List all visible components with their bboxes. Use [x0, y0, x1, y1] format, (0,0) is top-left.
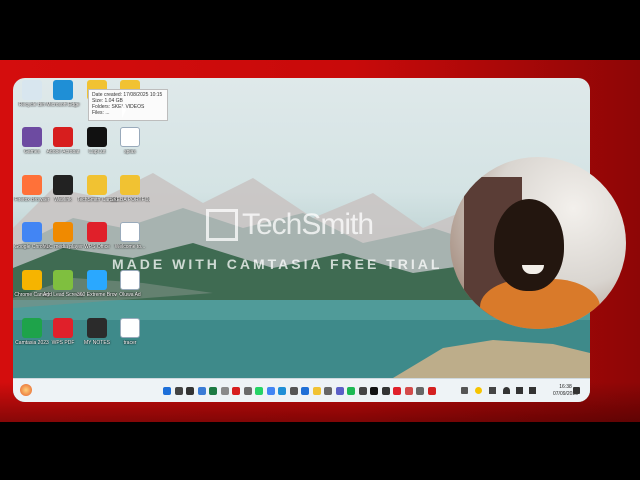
games-icon [22, 127, 42, 147]
desktop-icon[interactable]: Oluwa Ad [110, 270, 150, 316]
app-icon[interactable] [358, 387, 367, 395]
wps-pdf-icon [53, 318, 73, 338]
techsmith-logo-icon [206, 209, 238, 241]
tray-app-icon[interactable] [475, 387, 482, 394]
camtasia-icon [22, 318, 42, 338]
folder-icon [87, 175, 107, 195]
folder-icon[interactable] [312, 387, 321, 395]
webcam-person-head [494, 199, 564, 291]
desktop-icon-label: tracer [123, 340, 137, 346]
folder-icon [120, 175, 140, 195]
edge-icon[interactable] [278, 387, 286, 395]
settings-icon[interactable] [324, 387, 332, 395]
app-icon[interactable] [243, 387, 252, 395]
notification-icon[interactable] [573, 387, 580, 394]
teams-icon[interactable] [335, 387, 344, 395]
chrome-icon[interactable] [266, 387, 275, 395]
app-icon[interactable] [416, 387, 424, 395]
chevron-up-icon[interactable] [461, 387, 468, 394]
acrobat-icon[interactable] [232, 387, 240, 395]
edge-icon [53, 80, 73, 100]
mouse-cursor [122, 106, 126, 118]
whatsapp-icon[interactable] [255, 387, 263, 395]
video-frame: Recycle Bin Microsoft Edge Games Adobe Acro… [0, 0, 640, 480]
desktop-icon[interactable]: splas [110, 127, 150, 173]
start-icon[interactable] [163, 387, 171, 395]
watermark-brand: TechSmith [242, 208, 374, 241]
chrome-icon [22, 222, 42, 242]
desktop-icon-label: SKEBA PORTFOL 3 [110, 197, 150, 203]
wps-office-icon[interactable] [393, 387, 401, 395]
vlc-icon [53, 222, 73, 242]
wavlink-icon [53, 175, 73, 195]
app-icon[interactable] [220, 387, 229, 395]
folder-tooltip: Date created: 17/08/2025 10:15 Size: 1.0… [88, 89, 168, 121]
recording-orb-icon [20, 384, 32, 396]
battery-icon[interactable] [529, 387, 536, 394]
file-icon [120, 127, 140, 147]
app-icon [53, 270, 73, 290]
wifi-icon[interactable] [503, 387, 510, 394]
chrome-canary-icon [22, 270, 42, 290]
folder-icon [87, 318, 107, 338]
volume-icon[interactable] [516, 387, 523, 394]
camtasia-icon[interactable] [427, 387, 436, 395]
techsmith-watermark: TechSmith [206, 208, 374, 242]
file-icon [120, 222, 140, 242]
search-icon[interactable] [174, 387, 183, 395]
desktop-icon-label: splas [124, 149, 136, 155]
file-icon [120, 318, 140, 338]
desktop-icon-label: Oluwa Ad [119, 292, 141, 298]
excel-icon[interactable] [209, 387, 217, 395]
extreme-browser-icon [87, 270, 107, 290]
watermark-subtitle: MADE WITH CAMTASIA FREE TRIAL [112, 256, 443, 272]
app-icon[interactable] [381, 387, 390, 395]
microphone-icon[interactable] [489, 387, 496, 394]
app-icon[interactable] [404, 387, 413, 395]
spotify-icon[interactable] [347, 387, 355, 395]
mail-icon[interactable] [301, 387, 309, 395]
task-view-icon[interactable] [186, 387, 194, 395]
desktop-icon[interactable]: tracer [110, 318, 150, 364]
tooltip-files: Files: ... [92, 110, 110, 116]
acrobat-icon [53, 127, 73, 147]
recycle-bin-icon [22, 80, 42, 100]
desktop-icon[interactable]: SKEBA PORTFOL 3 [110, 175, 150, 221]
webcam-overlay [450, 157, 626, 329]
capcut-icon [87, 127, 107, 147]
widgets-icon[interactable] [197, 387, 206, 395]
desktop-icon-label: Welcome to... [114, 244, 146, 250]
taskbar: 16:38 07/09/2025 [13, 378, 590, 402]
file-icon [120, 270, 140, 290]
wps-office-icon [87, 222, 107, 242]
store-icon[interactable] [289, 387, 298, 395]
capcut-icon[interactable] [370, 387, 378, 395]
firefox-icon [22, 175, 42, 195]
